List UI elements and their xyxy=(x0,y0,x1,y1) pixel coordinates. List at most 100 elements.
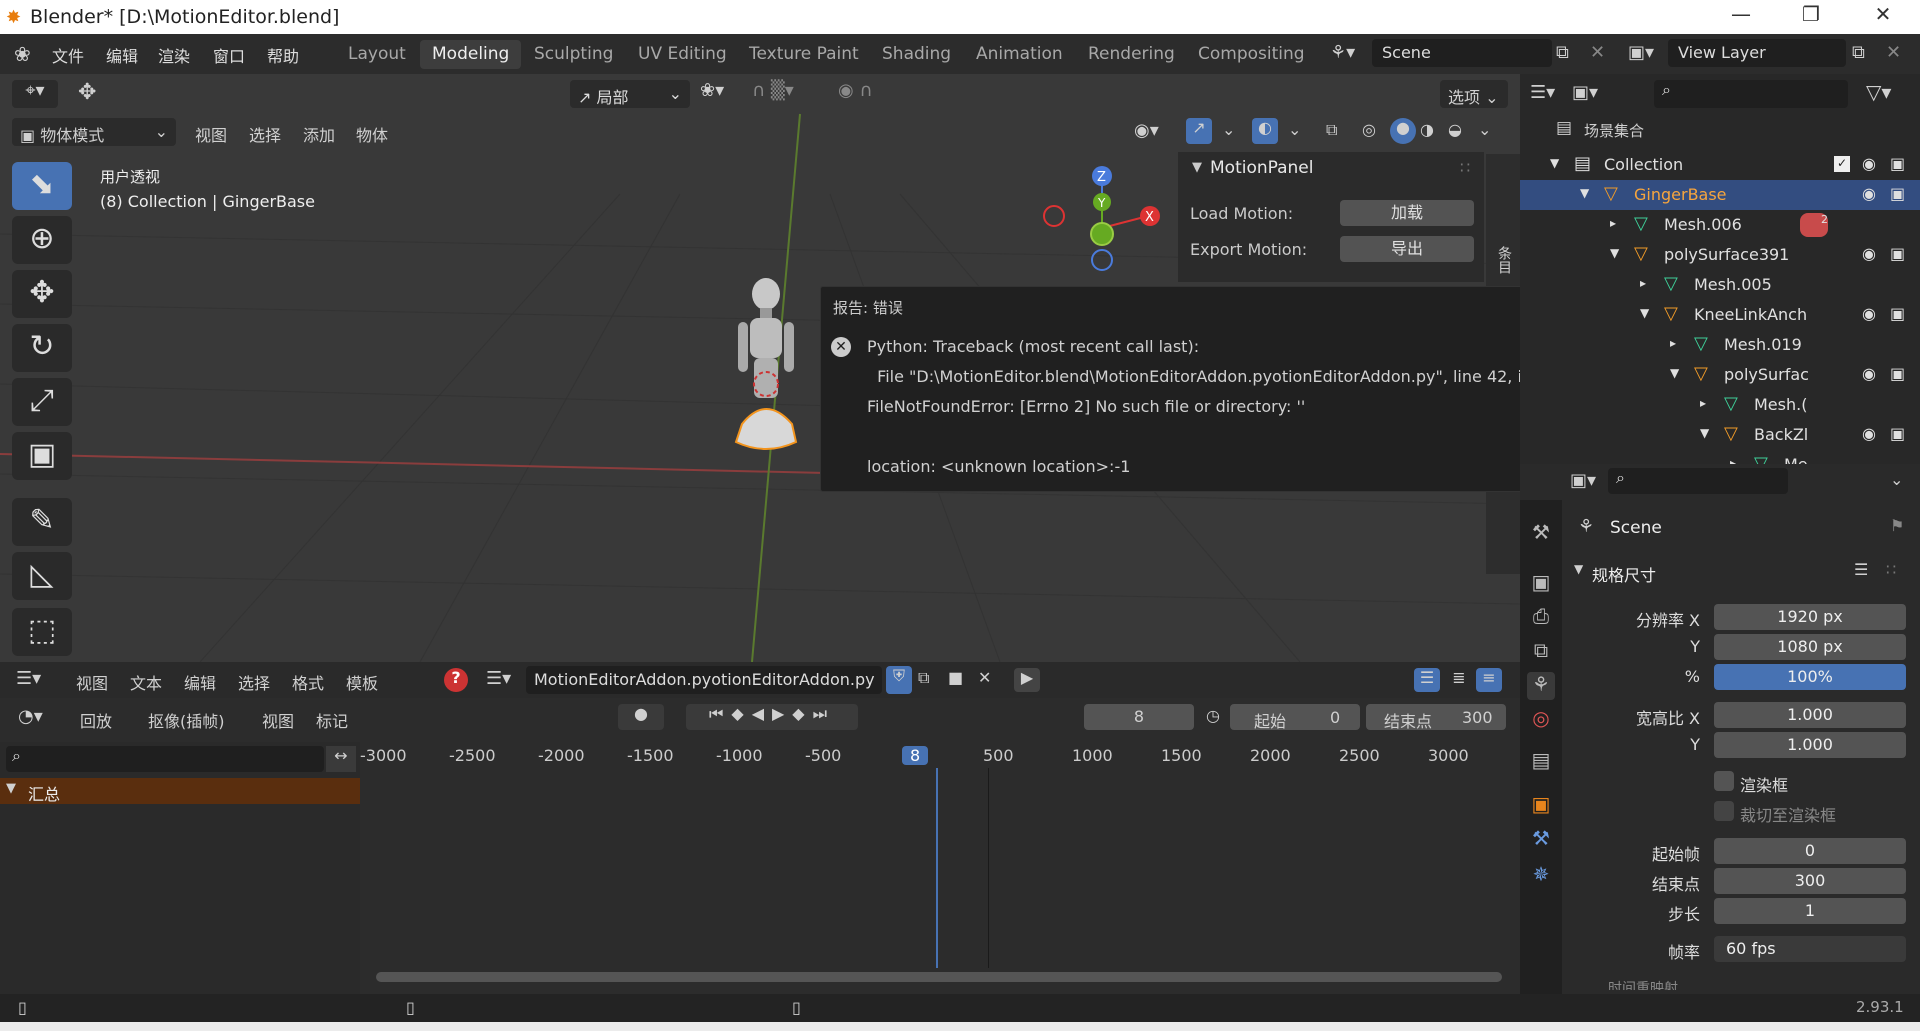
stopwatch-icon[interactable]: ◷ xyxy=(1206,706,1220,725)
outliner-row[interactable]: ▸ ▽ Mesh.006 2 xyxy=(1520,210,1920,240)
text-file-name[interactable]: MotionEditorAddon.pyotionEditorAddon.py xyxy=(526,666,882,694)
camera-icon[interactable]: ▣ xyxy=(1890,244,1905,263)
outliner-row[interactable]: ▼ ▤ Collection ✓ ◉ ▣ xyxy=(1520,150,1920,180)
outliner-row[interactable]: ▸ ▽ Mesh.( xyxy=(1520,390,1920,420)
chevron-down-icon[interactable]: ⌄ xyxy=(1478,120,1491,139)
chevron-down-icon[interactable]: ⌄ xyxy=(1288,120,1301,139)
properties-search-input[interactable]: ⌕ xyxy=(1608,468,1788,494)
new-view-layer-icon[interactable]: ⧉ xyxy=(1852,42,1865,63)
delete-scene-icon[interactable]: ✕ xyxy=(1590,42,1605,63)
editor-type-icon[interactable]: ☰▾ xyxy=(1530,82,1555,103)
filter-icon[interactable]: ▽▾ xyxy=(1866,80,1891,104)
tab-modeling[interactable]: Modeling xyxy=(420,40,522,69)
exclude-checkbox[interactable]: ✓ xyxy=(1834,156,1850,172)
rotate-tool-icon[interactable]: ↻ xyxy=(12,324,72,372)
timeline-menu-playback[interactable]: 回放 xyxy=(80,708,112,732)
pivot-point-icon[interactable]: ❀▾ xyxy=(700,80,724,101)
eye-icon[interactable]: ◉ xyxy=(1862,424,1876,443)
menu-window[interactable]: 窗口 xyxy=(213,43,245,67)
help-icon[interactable]: ? xyxy=(444,668,468,692)
expand-icon[interactable]: ▸ xyxy=(1670,336,1676,350)
scene-icon[interactable]: ⚘▾ xyxy=(1330,42,1355,63)
camera-icon[interactable]: ▣ xyxy=(1890,184,1905,203)
outliner-row[interactable]: ▸ ▽ Mesh.019 xyxy=(1520,330,1920,360)
editor-type-icon[interactable]: ⌖▾ xyxy=(12,80,58,108)
tab-texture-paint[interactable]: Texture Paint xyxy=(737,40,871,69)
eye-icon[interactable]: ◉ xyxy=(1862,304,1876,323)
export-button[interactable]: 导出 xyxy=(1340,236,1474,262)
text-menu-view[interactable]: 视图 xyxy=(76,670,108,694)
outliner-row[interactable]: ▼ ▽ polySurface391 ◉ ▣ xyxy=(1520,240,1920,270)
menu-help[interactable]: 帮助 xyxy=(267,43,299,67)
timeline-menu-keying[interactable]: 抠像(插帧) xyxy=(148,708,225,732)
panel-collapse-icon[interactable]: ▼ xyxy=(1192,160,1202,175)
playback-controls[interactable]: ⏮◆◀▶◆⏭ xyxy=(686,704,858,730)
outliner-row[interactable]: ▼ ▽ BackZl ◉ ▣ xyxy=(1520,420,1920,450)
property-field[interactable]: 1.000 xyxy=(1714,702,1906,728)
property-field[interactable]: 1.000 xyxy=(1714,732,1906,758)
view-layer-icon[interactable]: ▣▾ xyxy=(1628,42,1654,63)
minimize-icon[interactable]: — xyxy=(1718,2,1764,32)
blender-menu-icon[interactable]: ❀ xyxy=(14,42,31,66)
tab-uv-editing[interactable]: UV Editing xyxy=(626,40,739,69)
render-tab-icon[interactable]: ▣ xyxy=(1527,570,1555,598)
menu-edit[interactable]: 编辑 xyxy=(106,43,138,67)
delete-view-layer-icon[interactable]: ✕ xyxy=(1886,42,1901,63)
menu-render[interactable]: 渲染 xyxy=(158,43,190,67)
editor-type-icon[interactable]: ☰▾ xyxy=(16,668,41,689)
horizontal-scrollbar[interactable] xyxy=(376,972,1502,982)
end-frame-field[interactable]: 结束点 300 xyxy=(1366,704,1506,731)
viewport-menu-select[interactable]: 选择 xyxy=(249,122,281,146)
property-field[interactable]: 100% xyxy=(1714,664,1906,690)
expand-icon[interactable]: ▼ xyxy=(1700,426,1709,440)
viewport-menu-add[interactable]: 添加 xyxy=(303,122,335,146)
property-field[interactable]: 1080 px xyxy=(1714,634,1906,660)
property-field[interactable]: 0 xyxy=(1714,838,1906,864)
time-remap-section[interactable]: 时间重映射 xyxy=(1608,978,1678,990)
material-shading-icon[interactable]: ◑ xyxy=(1420,120,1434,139)
record-icon[interactable]: ● xyxy=(618,704,664,730)
camera-icon[interactable]: ▣ xyxy=(1890,424,1905,443)
view-layer-selector[interactable]: View Layer xyxy=(1668,39,1846,67)
viewport-menu-object[interactable]: 物体 xyxy=(356,122,388,146)
timeline-menu-view[interactable]: 视图 xyxy=(262,708,294,732)
transform-orientation-select[interactable]: ↗ 局部 ⌄ xyxy=(570,80,690,108)
sync-icon[interactable]: ↔ xyxy=(326,746,356,772)
wireframe-shading-icon[interactable]: ◎ xyxy=(1362,120,1376,139)
gizmo-toggle-icon[interactable]: ↗ xyxy=(1186,118,1212,144)
proportional-edit-icon[interactable]: ◉ ∩ xyxy=(838,80,873,101)
pin-icon[interactable]: ⚑ xyxy=(1890,516,1904,535)
camera-icon[interactable]: ▣ xyxy=(1890,304,1905,323)
close-icon[interactable]: ✕ xyxy=(1860,2,1906,32)
crop-to-region-checkbox[interactable] xyxy=(1714,801,1734,821)
start-frame-field[interactable]: 起始 0 xyxy=(1230,704,1360,731)
summary-row[interactable]: ▼ 汇总 xyxy=(0,778,360,804)
timeline-search-input[interactable]: ⌕ xyxy=(6,746,324,772)
menu-file[interactable]: 文件 xyxy=(52,43,84,67)
move-tool-icon[interactable]: ✥ xyxy=(12,270,72,318)
syntax-highlight-icon[interactable]: ≡ xyxy=(1476,668,1502,692)
navigation-gizmo[interactable]: Z Y X xyxy=(1040,162,1170,272)
expand-icon[interactable]: ▼ xyxy=(1670,366,1679,380)
outliner-row[interactable]: ▼ ▽ GingerBase ◉ ▣ xyxy=(1520,180,1920,210)
outliner-row[interactable]: ▸ ▽ Mesh.005 xyxy=(1520,270,1920,300)
drag-handle-icon[interactable]: ∷ xyxy=(1886,560,1896,579)
render-region-checkbox[interactable] xyxy=(1714,771,1734,791)
outliner-row[interactable]: ▼ ▽ KneeLinkAnch ◉ ▣ xyxy=(1520,300,1920,330)
current-frame-field[interactable]: 8 xyxy=(1084,704,1194,730)
transform-tool-icon[interactable]: ▣ xyxy=(12,432,72,480)
shield-icon[interactable]: ⛨ xyxy=(886,666,912,694)
scene-selector[interactable]: Scene xyxy=(1372,39,1552,67)
drag-handle-icon[interactable]: ∷ xyxy=(1460,158,1470,177)
cursor-tool-icon[interactable]: ⊕ xyxy=(12,216,72,264)
tab-layout[interactable]: Layout xyxy=(336,40,418,69)
text-menu-edit[interactable]: 编辑 xyxy=(184,670,216,694)
viewport-menu-view[interactable]: 视图 xyxy=(195,122,227,146)
tool-tab-icon[interactable]: ⚒ xyxy=(1527,520,1555,548)
tab-compositing[interactable]: Compositing xyxy=(1186,40,1317,69)
text-menu-text[interactable]: 文本 xyxy=(130,670,162,694)
eye-icon[interactable]: ◉ xyxy=(1862,154,1876,173)
text-menu-select[interactable]: 选择 xyxy=(238,670,270,694)
tab-shading[interactable]: Shading xyxy=(870,40,963,69)
expand-icon[interactable]: ▼ xyxy=(1640,306,1649,320)
